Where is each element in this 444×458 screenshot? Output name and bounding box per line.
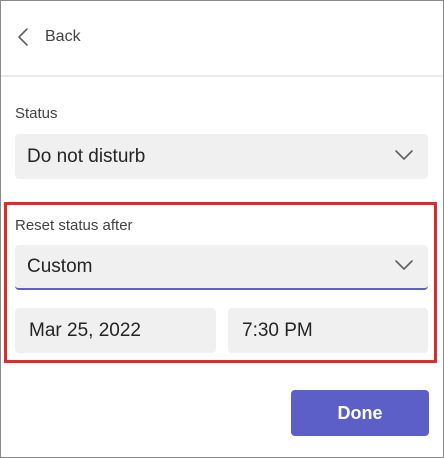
status-label: Status	[15, 105, 58, 122]
reset-status-value: Custom	[27, 255, 93, 277]
status-dialog: Back Status Do not disturb Reset status …	[0, 0, 444, 458]
status-value: Do not disturb	[27, 145, 146, 167]
dialog-header: Back	[1, 1, 443, 77]
back-label: Back	[45, 28, 81, 45]
chevron-left-icon	[17, 27, 29, 47]
chevron-down-icon	[394, 148, 414, 166]
reset-status-label: Reset status after	[15, 217, 133, 234]
back-button[interactable]: Back	[17, 23, 81, 51]
reset-status-dropdown[interactable]: Custom	[15, 245, 428, 290]
done-label: Done	[337, 402, 383, 423]
date-value: Mar 25, 2022	[29, 319, 141, 341]
time-picker[interactable]: 7:30 PM	[228, 308, 428, 353]
chevron-down-icon	[394, 258, 414, 276]
time-value: 7:30 PM	[242, 319, 313, 341]
date-picker[interactable]: Mar 25, 2022	[15, 308, 216, 353]
status-dropdown[interactable]: Do not disturb	[15, 134, 428, 179]
done-button[interactable]: Done	[291, 390, 429, 436]
